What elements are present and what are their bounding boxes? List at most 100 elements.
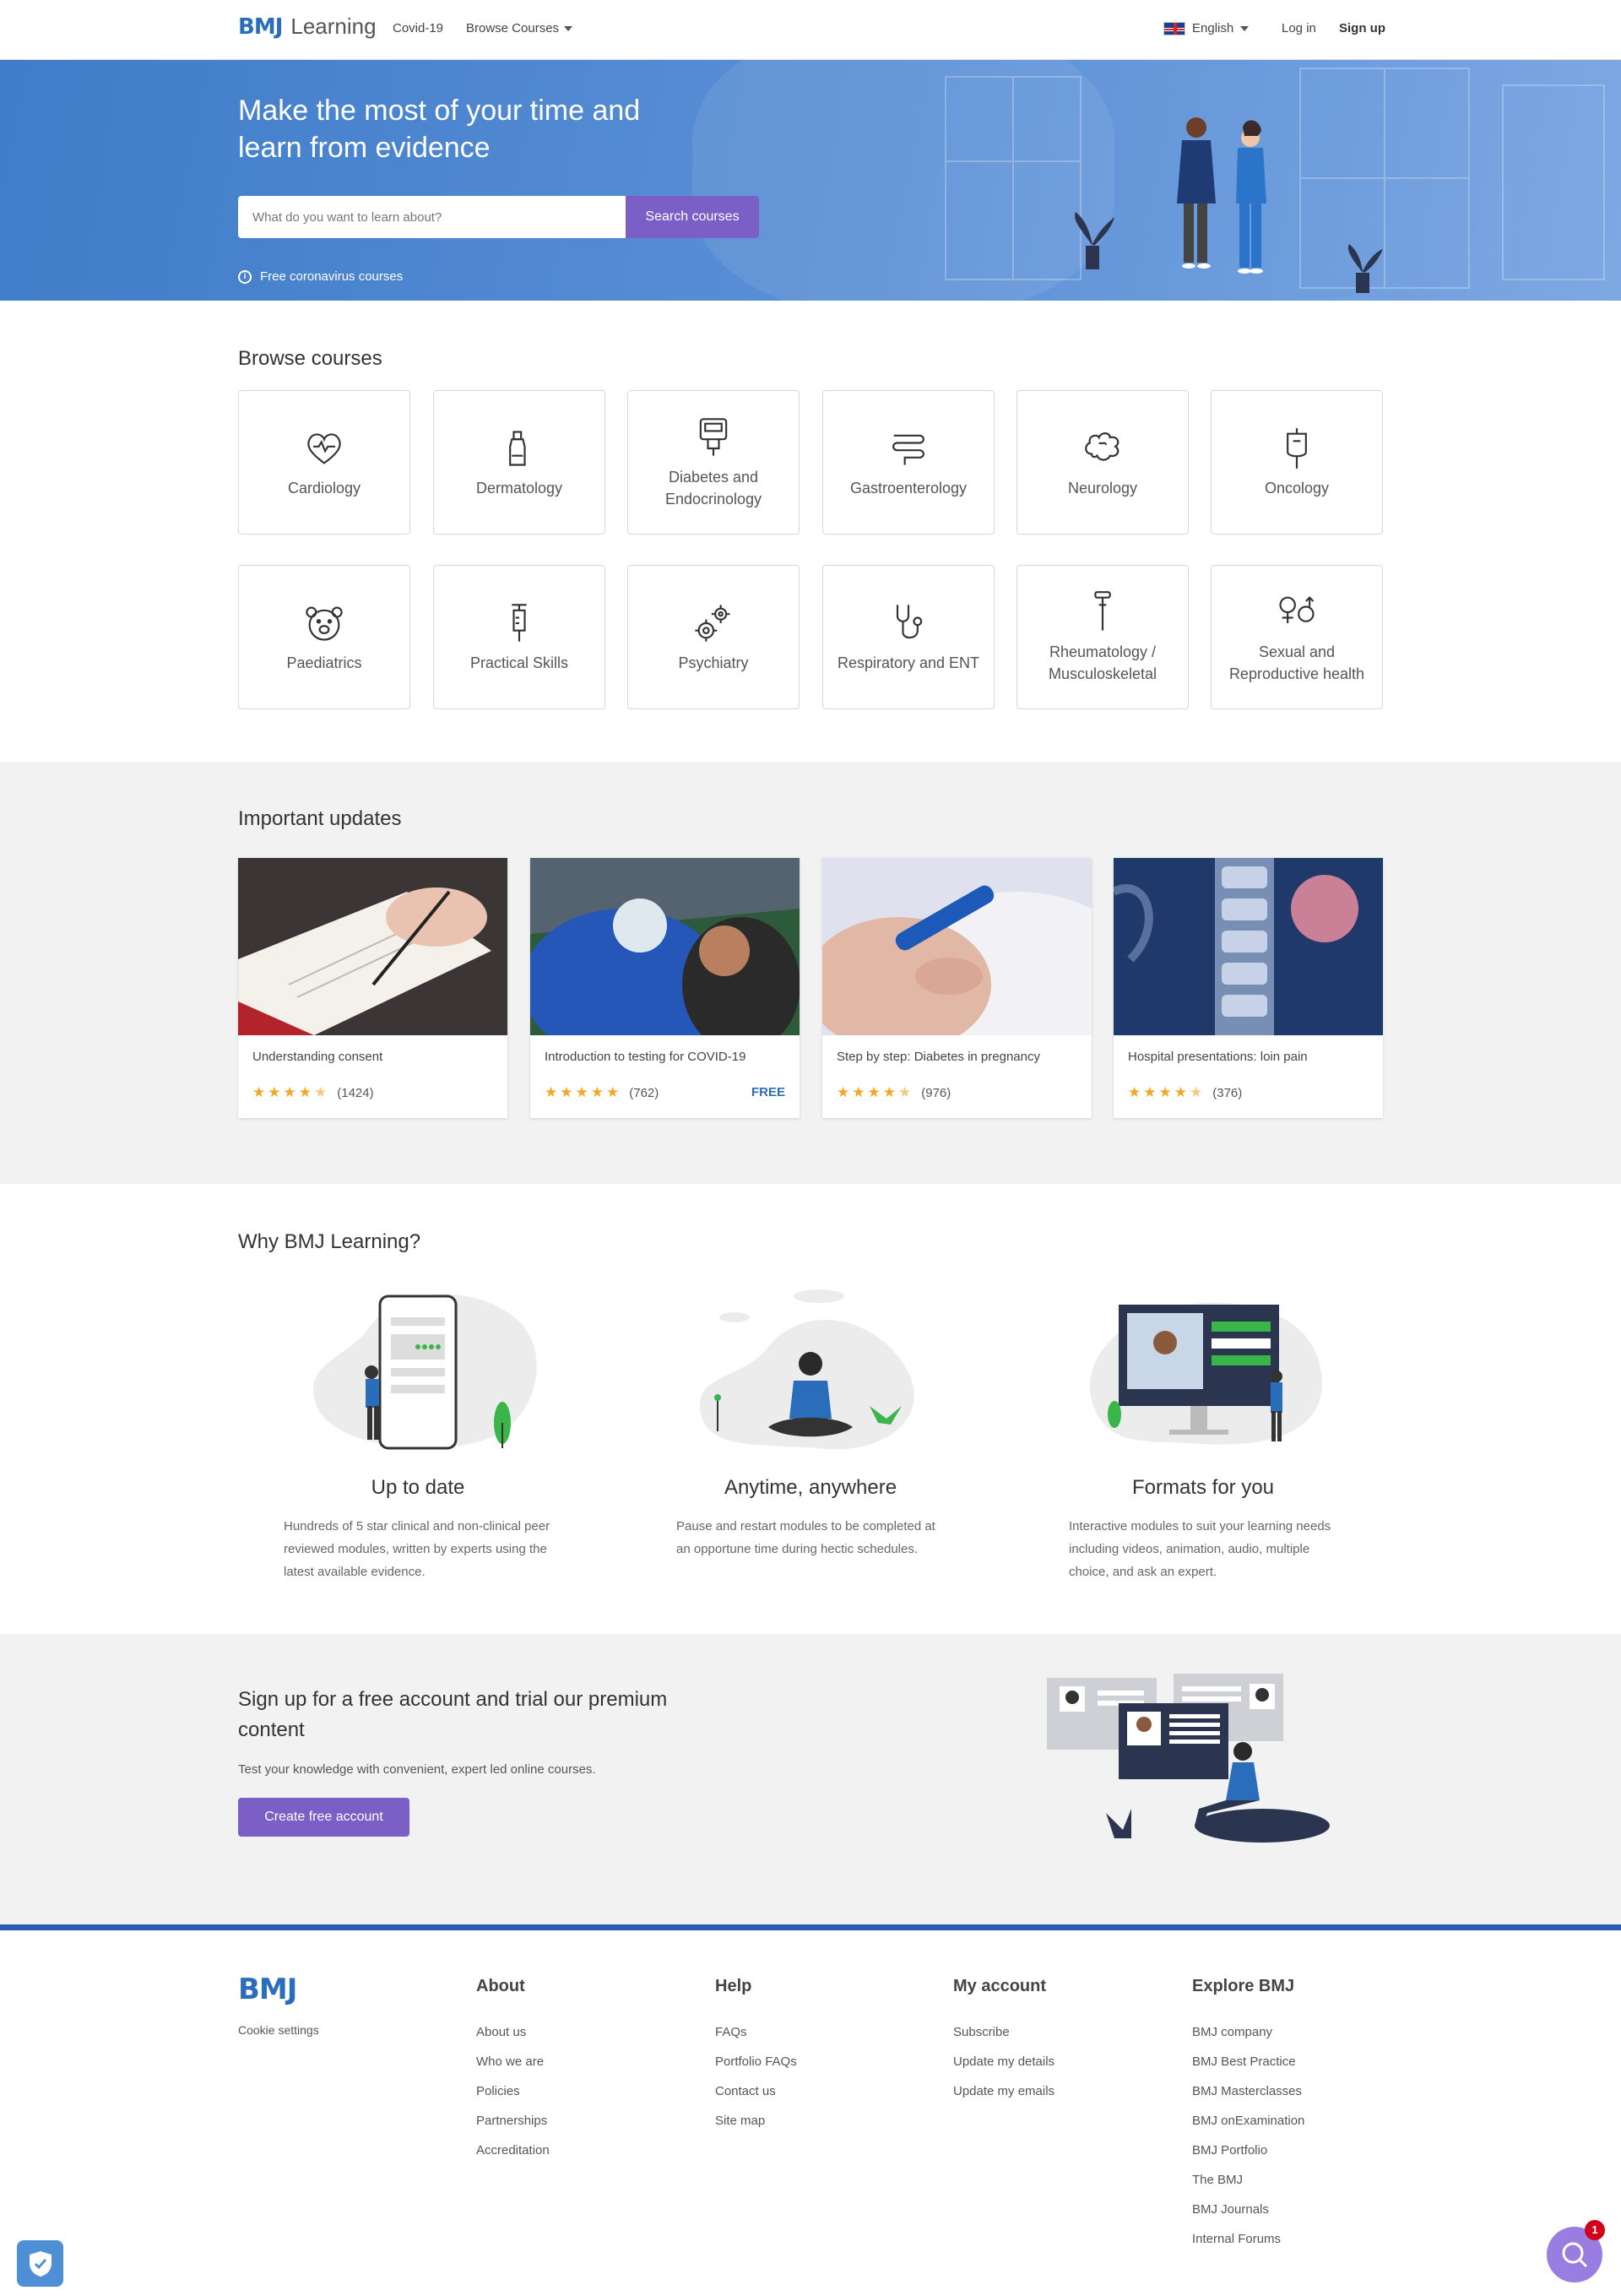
login-link[interactable]: Log in [1282, 21, 1316, 35]
up-to-date-illustration [312, 1294, 537, 1450]
footer-link[interactable]: Update my details [953, 2047, 1054, 2076]
footer-link[interactable]: Contact us [715, 2076, 797, 2106]
footer-bmj-logo[interactable]: BMJ [238, 1973, 297, 2006]
footer-link[interactable]: Update my emails [953, 2076, 1054, 2106]
course-card-label: Dermatology [475, 479, 563, 497]
footer-accent-bar [0, 1924, 1621, 1930]
update-card-title: Introduction to testing for COVID-19 [545, 1050, 746, 1064]
gears-icon [695, 604, 730, 642]
course-card-label: Paediatrics [286, 654, 362, 671]
course-card-practical-skills[interactable]: Practical Skills [433, 565, 605, 709]
search-courses-button[interactable]: Search courses [626, 196, 759, 238]
course-card-label: Diabetes and Endocrinology [664, 468, 762, 508]
course-card-neurology[interactable]: Neurology [1017, 390, 1189, 535]
nav-covid-link[interactable]: Covid-19 [393, 21, 443, 35]
top-navigation: BMJ Learning Covid-19 Browse Courses Eng… [0, 0, 1621, 60]
covid-testing-image [530, 858, 800, 1061]
star-icon: ★ [606, 1084, 620, 1100]
footer-link[interactable]: Site map [715, 2106, 797, 2136]
logo-bmj: BMJ [238, 14, 283, 40]
create-free-account-button[interactable]: Create free account [238, 1798, 409, 1837]
update-card-covid-testing[interactable]: Introduction to testing for COVID-19 ★ ★ ★… [530, 858, 800, 1118]
footer-link[interactable]: About us [476, 2017, 550, 2047]
teddy-bear-icon [306, 606, 343, 641]
course-card-diabetes[interactable]: Diabetes and Endocrinology [627, 390, 800, 535]
course-card-label: Neurology [1067, 479, 1138, 497]
why-item-head: Up to date [371, 1476, 465, 1499]
footer-column-heading: About [476, 1977, 525, 1995]
footer-link[interactable]: Partnerships [476, 2106, 550, 2136]
footer-link[interactable]: Policies [476, 2076, 550, 2106]
why-item-text: Pause and restart modules to be complete… [676, 1519, 935, 1556]
signup-title: Sign up for a free account and trial our… [238, 1688, 668, 1741]
footer-link[interactable]: Internal Forums [1192, 2224, 1304, 2254]
diabetes-pregnancy-image [822, 858, 1092, 1094]
nav-browse-courses[interactable]: Browse Courses [466, 21, 573, 35]
course-card-label: Oncology [1264, 479, 1330, 497]
online-learning-illustration [1047, 1674, 1330, 1843]
footer-link[interactable]: FAQs [715, 2017, 797, 2047]
update-card-title: Step by step: Diabetes in pregnancy [837, 1050, 1040, 1064]
star-icon: ★ [283, 1084, 296, 1100]
course-card-dermatology[interactable]: Dermatology [433, 390, 605, 535]
update-card-consent[interactable]: Understanding consent ★ ★ ★ ★ ★ (1424) [238, 858, 507, 1118]
syringe-icon [512, 603, 527, 642]
formats-for-you-illustration [1090, 1302, 1322, 1445]
cookie-settings-link[interactable]: Cookie settings [238, 2023, 319, 2037]
star-icon: ★ [882, 1084, 896, 1100]
star-icon: ★ [545, 1084, 558, 1100]
course-card-cardiology[interactable]: Cardiology [238, 390, 410, 535]
half-star-icon: ★ [898, 1084, 912, 1100]
heart-icon [307, 432, 341, 464]
shield-check-icon [29, 2250, 52, 2277]
footer-link[interactable]: BMJ Masterclasses [1192, 2076, 1304, 2106]
update-card-title: Hospital presentations: loin pain [1128, 1050, 1308, 1064]
course-card-psychiatry[interactable]: Psychiatry [627, 565, 800, 709]
course-card-label: Psychiatry [678, 654, 749, 671]
xray-spine-image [1114, 858, 1383, 1035]
signup-text: Test your knowledge with convenient, exp… [238, 1762, 596, 1777]
course-search-input[interactable] [238, 196, 626, 238]
iv-bag-icon [1287, 427, 1307, 469]
course-card-label: Gastroenterology [849, 479, 968, 497]
course-card-label: Rheumatology / Musculoskeletal [1048, 643, 1157, 682]
footer-link[interactable]: BMJ Portfolio [1192, 2136, 1304, 2165]
course-card-sexual-health[interactable]: Sexual and Reproductive health [1211, 565, 1383, 709]
star-icon: ★ [852, 1084, 865, 1100]
course-card-gastroenterology[interactable]: Gastroenterology [822, 390, 995, 535]
rating-count: (1424) [337, 1085, 374, 1100]
info-icon: i [238, 269, 252, 284]
consent-form-image [238, 858, 507, 1035]
free-courses-label: Free coronavirus courses [260, 269, 404, 284]
update-card-title: Understanding consent [252, 1050, 383, 1064]
update-card-diabetes-pregnancy[interactable]: Step by step: Diabetes in pregnancy ★ ★ ★ ★… [822, 858, 1092, 1118]
uk-flag-icon [1163, 21, 1185, 35]
intestine-icon [892, 434, 924, 464]
footer-link[interactable]: Portfolio FAQs [715, 2047, 797, 2076]
footer-link[interactable]: BMJ Best Practice [1192, 2047, 1304, 2076]
footer-link[interactable]: Accreditation [476, 2136, 550, 2165]
logo-learning: Learning [290, 14, 377, 39]
update-card-loin-pain[interactable]: Hospital presentations: loin pain ★ ★ ★ ★ ★ … [1114, 858, 1383, 1118]
course-card-paediatrics[interactable]: Paediatrics [238, 565, 410, 709]
course-card-respiratory[interactable]: Respiratory and ENT [822, 565, 995, 709]
star-icon: ★ [1143, 1084, 1157, 1100]
footer-link[interactable]: Subscribe [953, 2017, 1054, 2047]
footer-link[interactable]: Who we are [476, 2047, 550, 2076]
footer-link[interactable]: The BMJ [1192, 2165, 1304, 2195]
footer-link[interactable]: BMJ onExamination [1192, 2106, 1304, 2136]
star-icon: ★ [590, 1084, 604, 1100]
course-card-oncology[interactable]: Oncology [1211, 390, 1383, 535]
language-selector[interactable]: English [1163, 21, 1250, 35]
bmj-learning-logo[interactable]: BMJ Learning [238, 14, 377, 44]
glucose-meter-icon [699, 417, 728, 456]
free-coronavirus-courses-link[interactable]: i Free coronavirus courses [238, 269, 403, 284]
star-icon: ★ [1174, 1084, 1187, 1100]
nav-browse-label: Browse Courses [466, 21, 560, 35]
course-card-rheumatology[interactable]: Rheumatology / Musculoskeletal [1017, 565, 1189, 709]
footer-link[interactable]: BMJ Journals [1192, 2195, 1304, 2224]
signup-link[interactable]: Sign up [1339, 21, 1385, 35]
privacy-shield-button[interactable] [17, 2240, 63, 2287]
footer-link[interactable]: BMJ company [1192, 2017, 1304, 2047]
language-label: English [1192, 21, 1234, 35]
